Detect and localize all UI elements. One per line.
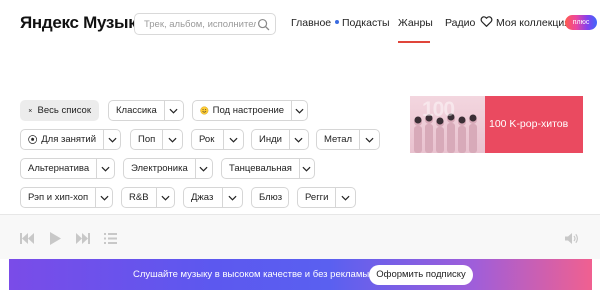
chip-label: Электроника [131,163,188,174]
subscription-promo: Слушайте музыку в высоком качестве и без… [9,259,592,290]
chip-label: Альтернатива [28,163,90,174]
chip-label: Инди [259,134,282,145]
play-icon[interactable] [50,232,61,245]
chevron-down-icon[interactable] [155,188,174,207]
genre-chip-jazz[interactable]: Джаз [183,187,243,208]
chevron-down-icon[interactable] [288,130,308,149]
genre-chip-workout[interactable]: Для занятий [20,129,121,150]
nav-item-collection[interactable]: Моя коллекция [496,17,570,29]
nav-item-label: Главное [291,17,332,29]
chip-label: Регги [305,192,329,203]
banner-title: 100 K-pop-хитов [489,118,569,130]
genre-chip-dance[interactable]: Танцевальная [221,158,315,179]
chip-label: Рок [199,134,215,145]
chevron-down-icon[interactable] [95,188,112,207]
nav-item-label: Моя коллекция [496,17,570,29]
kpop-playlist-banner[interactable]: 100 100 K-pop-хитов [410,96,583,153]
new-indicator-dot [335,20,340,24]
genre-chip-pop[interactable]: Поп [130,129,183,150]
genre-chip-indie[interactable]: Инди [251,129,309,150]
genre-chip-mood[interactable]: Под настроение [192,100,308,121]
nav-item-label: Подкасты [342,17,390,29]
genre-chip-blues[interactable]: Блюз [251,187,289,208]
chip-label: R&B [129,192,149,203]
genre-chip-alternative[interactable]: Альтернатива [20,158,115,179]
nav-item-home[interactable]: Главное [291,17,340,29]
chevron-down-icon[interactable] [298,159,314,178]
chip-label: Метал [324,134,353,145]
nav-item-podcasts[interactable]: Подкасты [342,17,390,29]
chip-label: Классика [116,105,157,116]
genre-chip-rap[interactable]: Рэп и хип-хоп [20,187,113,208]
chip-label: Джаз [191,192,214,203]
chip-label: Поп [138,134,156,145]
top-header: Яндекс Музыка Трек, альбом, исполнитель.… [0,0,600,48]
genre-chip-classical[interactable]: Классика [108,100,184,121]
next-track-icon[interactable] [76,233,90,244]
chevron-down-icon[interactable] [163,101,183,120]
subscribe-button[interactable]: Оформить подписку [369,265,473,285]
chevron-down-icon[interactable] [335,188,355,207]
all-genres-chip[interactable]: Весь список [20,100,99,121]
chevron-down-icon[interactable] [291,101,307,120]
chevron-down-icon[interactable] [194,159,212,178]
playlist-icon[interactable] [104,233,117,244]
chip-label: Весь список [37,105,91,116]
active-nav-underline [398,41,430,43]
nav-item-radio[interactable]: Радио [445,17,475,29]
plus-badge[interactable]: плюс [565,15,597,30]
chip-label: Под настроение [212,105,285,116]
genre-chip-rnb[interactable]: R&B [121,187,175,208]
chevron-down-icon[interactable] [222,188,242,207]
app-logo[interactable]: Яндекс Музыка [20,13,146,33]
heart-icon[interactable] [480,15,493,28]
chevron-down-icon[interactable] [162,130,182,149]
banner-number: 100 [422,98,455,121]
search-icon[interactable] [257,18,270,31]
search-box[interactable]: Трек, альбом, исполнитель... [134,13,276,35]
chip-label: Блюз [259,192,283,203]
chevron-down-icon[interactable] [359,130,379,149]
player-bar [0,214,600,259]
genre-chip-electronic[interactable]: Электроника [123,158,213,179]
chevron-down-icon[interactable] [103,130,120,149]
genre-chip-rock[interactable]: Рок [191,129,244,150]
chevron-down-icon[interactable] [223,130,243,149]
chip-label: Для занятий [41,134,97,145]
promo-text: Слушайте музыку в высоком качестве и без… [133,269,370,280]
chip-label: Рэп и хип-хоп [28,192,89,203]
search-input[interactable]: Трек, альбом, исполнитель... [144,19,256,30]
nav-item-label: Радио [445,17,476,29]
genre-chip-metal[interactable]: Метал [316,129,380,150]
chip-label: Танцевальная [229,163,292,174]
genre-chip-reggae[interactable]: Регги [297,187,356,208]
volume-icon[interactable] [565,233,579,244]
nav-item-label: Жанры [398,17,433,29]
chevron-down-icon[interactable] [96,159,114,178]
nav-item-genres[interactable]: Жанры [398,17,433,29]
previous-track-icon[interactable] [20,233,34,244]
